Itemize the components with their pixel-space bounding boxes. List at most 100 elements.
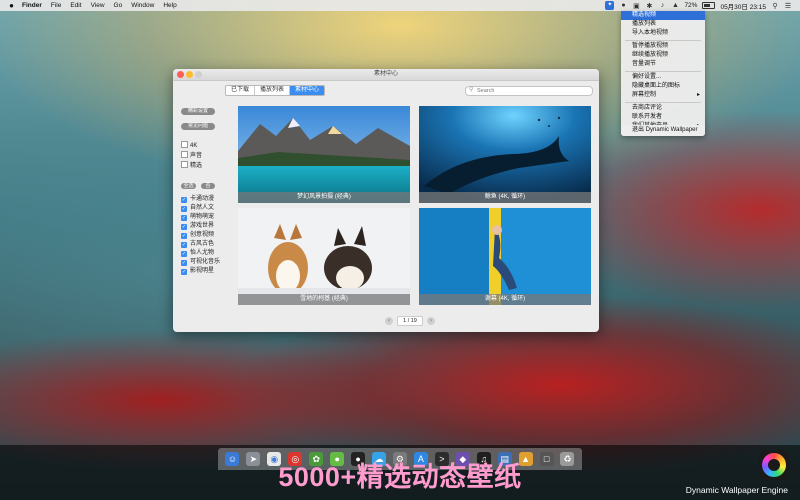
category-label: 怡人尤物 — [190, 250, 215, 256]
status-menu-footer: 退出 Dynamic Wallpaper — [621, 125, 705, 136]
menu-item-pause[interactable]: 暂停播放视频 — [621, 42, 705, 51]
pagination: ‹ 1 / 19 › — [385, 315, 435, 326]
menu-item-import-local[interactable]: 导入本地视频 — [621, 29, 705, 38]
checkbox-checked-icon[interactable]: ✓ — [181, 224, 187, 230]
menu-go[interactable]: Go — [114, 2, 123, 9]
material-center-window: 素材中心 已下载 播放列表 素材中心 ⚲ 精彩设置 常见问题 4K 声音 精选 … — [173, 69, 599, 332]
menu-separator — [625, 40, 701, 41]
card-caption: 雪地的柯基 (经典) — [238, 294, 410, 305]
filter-featured[interactable]: 精选 — [181, 161, 202, 169]
prev-page-button[interactable]: ‹ — [385, 316, 393, 325]
search-icon[interactable]: ⚲ — [771, 2, 779, 10]
checkbox-checked-icon[interactable]: ✓ — [181, 269, 187, 275]
siri-icon[interactable]: ● — [619, 2, 627, 9]
checkbox-icon[interactable] — [181, 141, 188, 148]
invert-selection-button[interactable]: 否 — [201, 183, 215, 189]
checkbox-checked-icon[interactable]: ✓ — [181, 242, 187, 248]
checkbox-icon[interactable] — [181, 151, 188, 158]
category-nature[interactable]: ✓ 自然人文 — [181, 204, 214, 212]
category-label: 古风古色 — [190, 241, 215, 247]
checkbox-checked-icon[interactable]: ✓ — [181, 206, 187, 212]
display-icon[interactable]: ▣ — [632, 2, 640, 10]
menu-finder[interactable]: Finder — [22, 2, 42, 9]
whale-thumbnail — [419, 106, 591, 203]
category-label: 创意视频 — [190, 232, 215, 238]
wallpaper-card[interactable]: 雪地的柯基 (经典) — [238, 208, 410, 305]
card-caption: 谢幕 (4K, 循环) — [419, 294, 591, 305]
category-games[interactable]: ✓ 游戏世界 — [181, 222, 214, 230]
bluetooth-icon[interactable]: ✱ — [645, 2, 653, 10]
category-label: 游戏世界 — [190, 223, 215, 229]
wallpaper-card[interactable]: 鲸鱼 (4K, 循环) — [419, 106, 591, 203]
menu-bar: ● Finder File Edit View Go Window Help ✦… — [0, 0, 800, 11]
status-menu: 精选视频 播放列表 导入本地视频 暂停播放视频 继续播放视频 音量调节 偏好设置… — [621, 11, 705, 136]
category-label: 可视化音乐 — [190, 259, 221, 265]
next-page-button[interactable]: › — [427, 316, 435, 325]
menu-item-playlist[interactable]: 播放列表 — [621, 20, 705, 29]
category-beauty[interactable]: ✓ 怡人尤物 — [181, 249, 214, 257]
filter-sound[interactable]: 声音 — [181, 151, 202, 159]
page-indicator[interactable]: 1 / 19 — [397, 315, 423, 326]
tab-playlist[interactable]: 播放列表 — [255, 86, 291, 95]
menu-item-hide-desktop-icons[interactable]: 隐藏桌面上的图标 — [621, 82, 705, 91]
apple-icon[interactable]: ● — [8, 1, 15, 10]
title-bar: 素材中心 — [173, 69, 599, 81]
filter-label: 4K — [190, 143, 198, 149]
tab-downloaded[interactable]: 已下载 — [226, 86, 256, 95]
menu-item-featured-videos[interactable]: 精选视频 — [621, 11, 705, 20]
checkbox-checked-icon[interactable]: ✓ — [181, 215, 187, 221]
category-ancient[interactable]: ✓ 古风古色 — [181, 240, 214, 248]
menu-view[interactable]: View — [91, 2, 105, 9]
menu-window[interactable]: Window — [131, 2, 154, 9]
wallpaper-card[interactable]: 梦幻风景拍摄 (经典) — [238, 106, 410, 203]
corgi-snow-thumbnail — [238, 208, 410, 305]
faq-button[interactable]: 常见问题 — [181, 123, 215, 130]
menu-edit[interactable]: Edit — [70, 2, 81, 9]
filter-label: 声音 — [190, 153, 203, 159]
featured-settings-button[interactable]: 精彩设置 — [181, 108, 215, 115]
menu-item-label: 屏幕控制 — [632, 92, 657, 98]
select-all-button[interactable]: 全选 — [181, 183, 196, 189]
search-field[interactable]: ⚲ — [465, 86, 593, 96]
category-cartoon[interactable]: ✓ 卡通动漫 — [181, 195, 214, 203]
category-label: 自然人文 — [190, 205, 215, 211]
battery-percent: 72% — [684, 2, 698, 9]
filter-label: 精选 — [190, 163, 203, 169]
menu-file[interactable]: File — [51, 2, 61, 9]
menu-item-review[interactable]: 去商店评论 — [621, 104, 705, 113]
checkbox-icon[interactable] — [181, 161, 188, 168]
battery-icon[interactable] — [702, 2, 716, 9]
category-music-visual[interactable]: ✓ 可视化音乐 — [181, 258, 220, 266]
wifi-icon[interactable]: ▲ — [671, 2, 679, 9]
category-pets[interactable]: ✓ 萌物萌宠 — [181, 213, 214, 221]
wallpaper-grid: 梦幻风景拍摄 (经典) 鲸鱼 (4K, 循环) 雪地的柯基 (经典) 谢幕 (4… — [235, 104, 597, 306]
category-creative[interactable]: ✓ 创意视频 — [181, 231, 214, 239]
checkbox-checked-icon[interactable]: ✓ — [181, 197, 187, 203]
menu-help[interactable]: Help — [163, 2, 176, 9]
wallpaper-card[interactable]: 谢幕 (4K, 循环) — [419, 208, 591, 305]
banner-title: 5000+精选动态壁纸 — [278, 462, 522, 492]
menu-item-contact[interactable]: 联系开发者 — [621, 113, 705, 122]
menu-item-preferences[interactable]: 偏好设置... — [621, 73, 705, 82]
filter-4k[interactable]: 4K — [181, 141, 197, 149]
category-label: 萌物萌宠 — [190, 214, 215, 220]
search-input[interactable] — [477, 87, 587, 95]
volume-icon[interactable]: ♪ — [658, 2, 666, 9]
tab-material-center[interactable]: 素材中心 — [290, 86, 325, 95]
menu-item-resume[interactable]: 继续播放视频 — [621, 51, 705, 60]
menu-item-quit[interactable]: 退出 Dynamic Wallpaper — [621, 126, 705, 135]
card-caption: 梦幻风景拍摄 (经典) — [238, 192, 410, 203]
clock[interactable]: 05月30日 23:15 — [720, 1, 766, 11]
chevron-right-icon: ▸ — [696, 92, 700, 98]
menu-separator — [625, 102, 701, 103]
category-movie-stars[interactable]: ✓ 影视明星 — [181, 267, 214, 275]
notification-center-icon[interactable]: ☰ — [784, 2, 792, 10]
dynamic-wallpaper-status-icon[interactable]: ✦ — [605, 1, 615, 10]
mountain-lake-thumbnail — [238, 106, 410, 203]
checkbox-checked-icon[interactable]: ✓ — [181, 233, 187, 239]
checkbox-checked-icon[interactable]: ✓ — [181, 260, 187, 266]
menu-item-screen-control[interactable]: 屏幕控制 ▸ — [621, 91, 705, 100]
search-icon: ⚲ — [469, 87, 474, 93]
menu-item-volume[interactable]: 音量调节 — [621, 60, 705, 69]
checkbox-checked-icon[interactable]: ✓ — [181, 251, 187, 257]
